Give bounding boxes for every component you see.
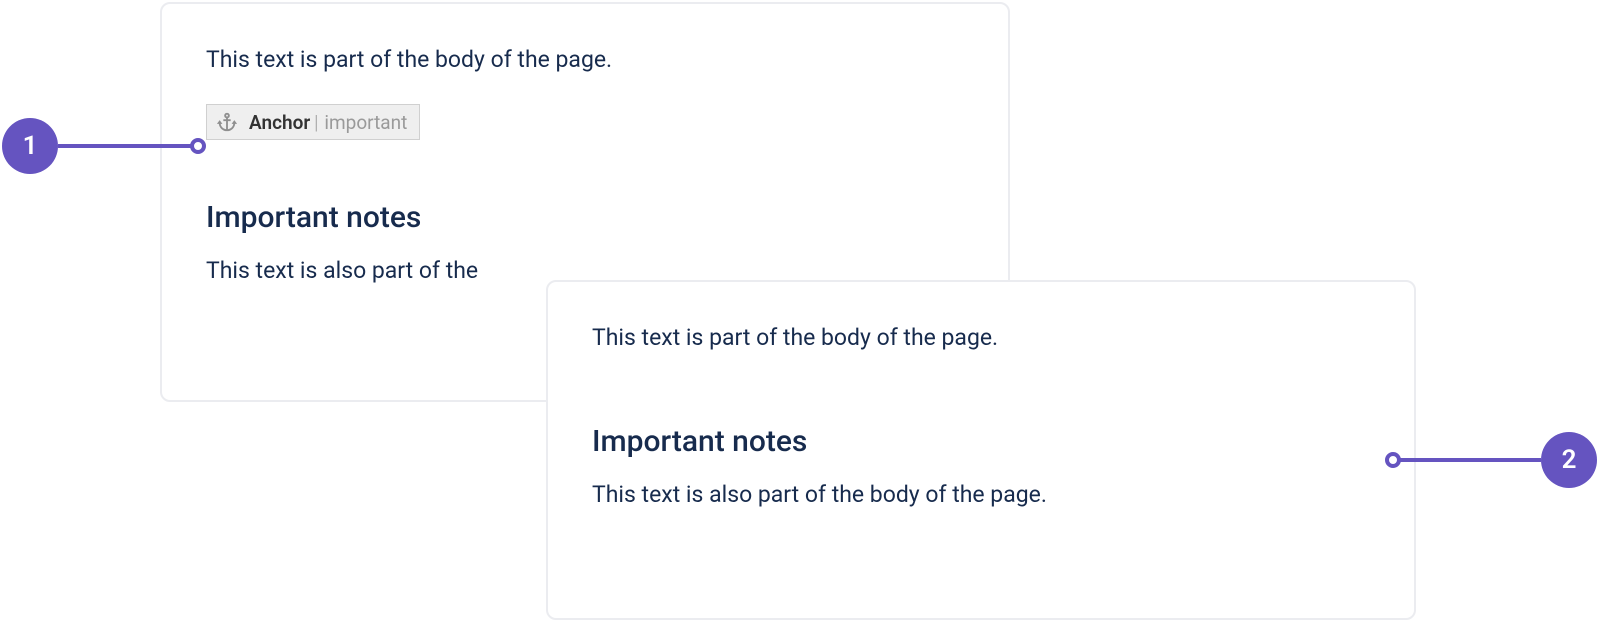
anchor-macro-label: Anchor [249,111,310,134]
rendered-panel: This text is part of the body of the pag… [546,280,1416,620]
body-paragraph: This text is part of the body of the pag… [592,322,1370,354]
callout-marker-2: 2 [1393,432,1597,488]
section-heading: Important notes [592,424,1370,459]
callout-badge: 2 [1541,432,1597,488]
callout-connector-dot [190,138,206,154]
anchor-macro-value: important [324,111,407,134]
body-paragraph: This text is also part of the body of th… [592,479,1370,511]
callout-connector-line [1393,458,1541,462]
body-paragraph: This text is part of the body of the pag… [206,44,964,76]
callout-connector-dot [1385,452,1401,468]
callout-connector-line [58,144,198,148]
callout-badge: 1 [2,118,58,174]
anchor-macro-pill[interactable]: Anchor | important [206,104,420,140]
anchor-macro-separator: | [314,111,318,134]
section-heading: Important notes [206,200,964,235]
anchor-icon [215,110,239,134]
callout-marker-1: 1 [2,118,198,174]
